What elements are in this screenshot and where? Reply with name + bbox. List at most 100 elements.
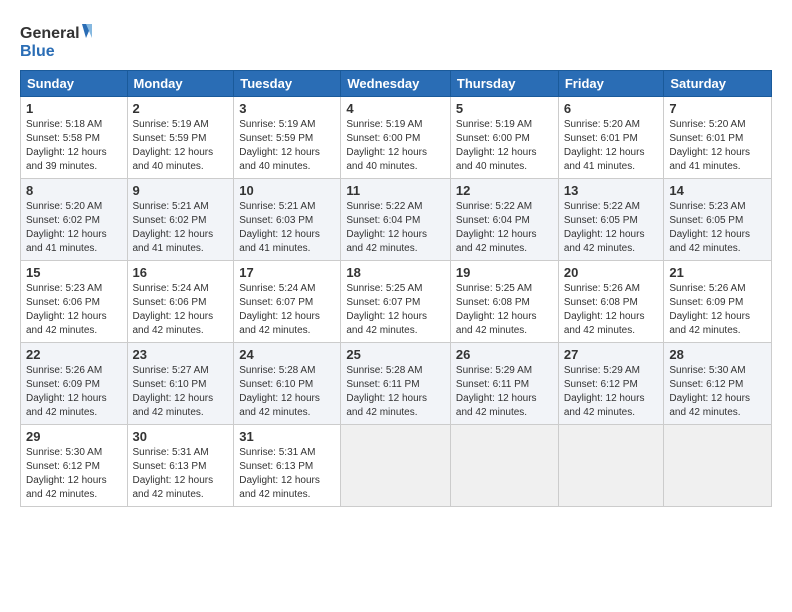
calendar-cell xyxy=(558,425,664,507)
day-info: Sunrise: 5:29 AM Sunset: 6:11 PM Dayligh… xyxy=(456,364,553,420)
calendar-cell: 28 Sunrise: 5:30 AM Sunset: 6:12 PM Dayli… xyxy=(664,343,772,425)
calendar-cell: 24 Sunrise: 5:28 AM Sunset: 6:10 PM Dayli… xyxy=(234,343,341,425)
weekday-header: Sunday xyxy=(21,71,128,97)
calendar-cell: 9 Sunrise: 5:21 AM Sunset: 6:02 PM Daylig… xyxy=(127,179,234,261)
logo: GeneralBlue xyxy=(20,18,100,62)
calendar-cell: 3Sunrise: 5:19 AM Sunset: 5:59 PM Daylig… xyxy=(234,97,341,179)
day-number: 18 xyxy=(346,265,445,280)
day-info: Sunrise: 5:21 AM Sunset: 6:02 PM Dayligh… xyxy=(133,200,229,256)
calendar-cell: 19 Sunrise: 5:25 AM Sunset: 6:08 PM Dayli… xyxy=(450,261,558,343)
calendar-cell: 27 Sunrise: 5:29 AM Sunset: 6:12 PM Dayli… xyxy=(558,343,664,425)
calendar-cell: 25 Sunrise: 5:28 AM Sunset: 6:11 PM Dayli… xyxy=(341,343,451,425)
day-number: 21 xyxy=(669,265,766,280)
day-number: 16 xyxy=(133,265,229,280)
day-info: Sunrise: 5:31 AM Sunset: 6:13 PM Dayligh… xyxy=(239,446,335,502)
day-info: Sunrise: 5:27 AM Sunset: 6:10 PM Dayligh… xyxy=(133,364,229,420)
day-number: 5 xyxy=(456,101,553,116)
day-info: Sunrise: 5:28 AM Sunset: 6:10 PM Dayligh… xyxy=(239,364,335,420)
day-info: Sunrise: 5:26 AM Sunset: 6:09 PM Dayligh… xyxy=(26,364,122,420)
calendar-cell: 8 Sunrise: 5:20 AM Sunset: 6:02 PM Daylig… xyxy=(21,179,128,261)
calendar-cell: 5 Sunrise: 5:19 AM Sunset: 6:00 PM Daylig… xyxy=(450,97,558,179)
calendar-cell xyxy=(341,425,451,507)
day-info: Sunrise: 5:23 AM Sunset: 6:05 PM Dayligh… xyxy=(669,200,766,256)
day-info: Sunrise: 5:18 AM Sunset: 5:58 PM Dayligh… xyxy=(26,118,122,174)
calendar-cell: 7Sunrise: 5:20 AM Sunset: 6:01 PM Daylig… xyxy=(664,97,772,179)
calendar-cell: 1 Sunrise: 5:18 AM Sunset: 5:58 PM Daylig… xyxy=(21,97,128,179)
day-number: 26 xyxy=(456,347,553,362)
day-number: 4 xyxy=(346,101,445,116)
svg-text:General: General xyxy=(20,25,80,42)
day-number: 13 xyxy=(564,183,659,198)
day-number: 22 xyxy=(26,347,122,362)
calendar-cell: 4 Sunrise: 5:19 AM Sunset: 6:00 PM Daylig… xyxy=(341,97,451,179)
day-info: Sunrise: 5:21 AM Sunset: 6:03 PM Dayligh… xyxy=(239,200,335,256)
day-info: Sunrise: 5:28 AM Sunset: 6:11 PM Dayligh… xyxy=(346,364,445,420)
day-number: 11 xyxy=(346,183,445,198)
day-info: Sunrise: 5:19 AM Sunset: 6:00 PM Dayligh… xyxy=(456,118,553,174)
day-number: 10 xyxy=(239,183,335,198)
svg-text:Blue: Blue xyxy=(20,43,55,60)
calendar-cell: 31 Sunrise: 5:31 AM Sunset: 6:13 PM Dayli… xyxy=(234,425,341,507)
calendar-cell: 18 Sunrise: 5:25 AM Sunset: 6:07 PM Dayli… xyxy=(341,261,451,343)
day-number: 2 xyxy=(133,101,229,116)
day-info: Sunrise: 5:30 AM Sunset: 6:12 PM Dayligh… xyxy=(26,446,122,502)
day-number: 3 xyxy=(239,101,335,116)
day-info: Sunrise: 5:19 AM Sunset: 5:59 PM Dayligh… xyxy=(133,118,229,174)
logo-svg: GeneralBlue xyxy=(20,18,100,62)
calendar-cell: 26 Sunrise: 5:29 AM Sunset: 6:11 PM Dayli… xyxy=(450,343,558,425)
calendar-cell xyxy=(450,425,558,507)
weekday-header: Friday xyxy=(558,71,664,97)
day-info: Sunrise: 5:30 AM Sunset: 6:12 PM Dayligh… xyxy=(669,364,766,420)
day-number: 29 xyxy=(26,429,122,444)
calendar-cell: 22 Sunrise: 5:26 AM Sunset: 6:09 PM Dayli… xyxy=(21,343,128,425)
calendar-cell: 23 Sunrise: 5:27 AM Sunset: 6:10 PM Dayli… xyxy=(127,343,234,425)
day-number: 30 xyxy=(133,429,229,444)
day-info: Sunrise: 5:23 AM Sunset: 6:06 PM Dayligh… xyxy=(26,282,122,338)
day-number: 6 xyxy=(564,101,659,116)
calendar-cell: 2 Sunrise: 5:19 AM Sunset: 5:59 PM Daylig… xyxy=(127,97,234,179)
day-number: 31 xyxy=(239,429,335,444)
day-info: Sunrise: 5:31 AM Sunset: 6:13 PM Dayligh… xyxy=(133,446,229,502)
weekday-header: Tuesday xyxy=(234,71,341,97)
weekday-header: Monday xyxy=(127,71,234,97)
day-info: Sunrise: 5:24 AM Sunset: 6:06 PM Dayligh… xyxy=(133,282,229,338)
calendar: SundayMondayTuesdayWednesdayThursdayFrid… xyxy=(20,70,772,507)
day-number: 15 xyxy=(26,265,122,280)
day-info: Sunrise: 5:20 AM Sunset: 6:02 PM Dayligh… xyxy=(26,200,122,256)
page: GeneralBlue SundayMondayTuesdayWednesday… xyxy=(0,0,792,517)
calendar-cell: 13 Sunrise: 5:22 AM Sunset: 6:05 PM Dayli… xyxy=(558,179,664,261)
day-number: 23 xyxy=(133,347,229,362)
day-number: 17 xyxy=(239,265,335,280)
day-info: Sunrise: 5:22 AM Sunset: 6:04 PM Dayligh… xyxy=(346,200,445,256)
day-number: 8 xyxy=(26,183,122,198)
day-info: Sunrise: 5:22 AM Sunset: 6:05 PM Dayligh… xyxy=(564,200,659,256)
day-number: 27 xyxy=(564,347,659,362)
header: GeneralBlue xyxy=(20,18,772,62)
day-info: Sunrise: 5:26 AM Sunset: 6:08 PM Dayligh… xyxy=(564,282,659,338)
calendar-cell: 11 Sunrise: 5:22 AM Sunset: 6:04 PM Dayli… xyxy=(341,179,451,261)
day-number: 25 xyxy=(346,347,445,362)
day-number: 28 xyxy=(669,347,766,362)
day-info: Sunrise: 5:19 AM Sunset: 6:00 PM Dayligh… xyxy=(346,118,445,174)
day-info: Sunrise: 5:25 AM Sunset: 6:08 PM Dayligh… xyxy=(456,282,553,338)
calendar-cell: 21 Sunrise: 5:26 AM Sunset: 6:09 PM Dayli… xyxy=(664,261,772,343)
day-info: Sunrise: 5:26 AM Sunset: 6:09 PM Dayligh… xyxy=(669,282,766,338)
calendar-cell: 10 Sunrise: 5:21 AM Sunset: 6:03 PM Dayli… xyxy=(234,179,341,261)
day-number: 24 xyxy=(239,347,335,362)
day-number: 9 xyxy=(133,183,229,198)
weekday-header: Wednesday xyxy=(341,71,451,97)
day-info: Sunrise: 5:20 AM Sunset: 6:01 PM Dayligh… xyxy=(564,118,659,174)
day-info: Sunrise: 5:25 AM Sunset: 6:07 PM Dayligh… xyxy=(346,282,445,338)
weekday-header: Saturday xyxy=(664,71,772,97)
calendar-cell: 30 Sunrise: 5:31 AM Sunset: 6:13 PM Dayli… xyxy=(127,425,234,507)
calendar-cell: 15 Sunrise: 5:23 AM Sunset: 6:06 PM Dayli… xyxy=(21,261,128,343)
day-number: 1 xyxy=(26,101,122,116)
calendar-cell: 14 Sunrise: 5:23 AM Sunset: 6:05 PM Dayli… xyxy=(664,179,772,261)
day-number: 20 xyxy=(564,265,659,280)
day-info: Sunrise: 5:29 AM Sunset: 6:12 PM Dayligh… xyxy=(564,364,659,420)
calendar-cell xyxy=(664,425,772,507)
day-number: 14 xyxy=(669,183,766,198)
day-info: Sunrise: 5:22 AM Sunset: 6:04 PM Dayligh… xyxy=(456,200,553,256)
day-number: 19 xyxy=(456,265,553,280)
day-number: 12 xyxy=(456,183,553,198)
